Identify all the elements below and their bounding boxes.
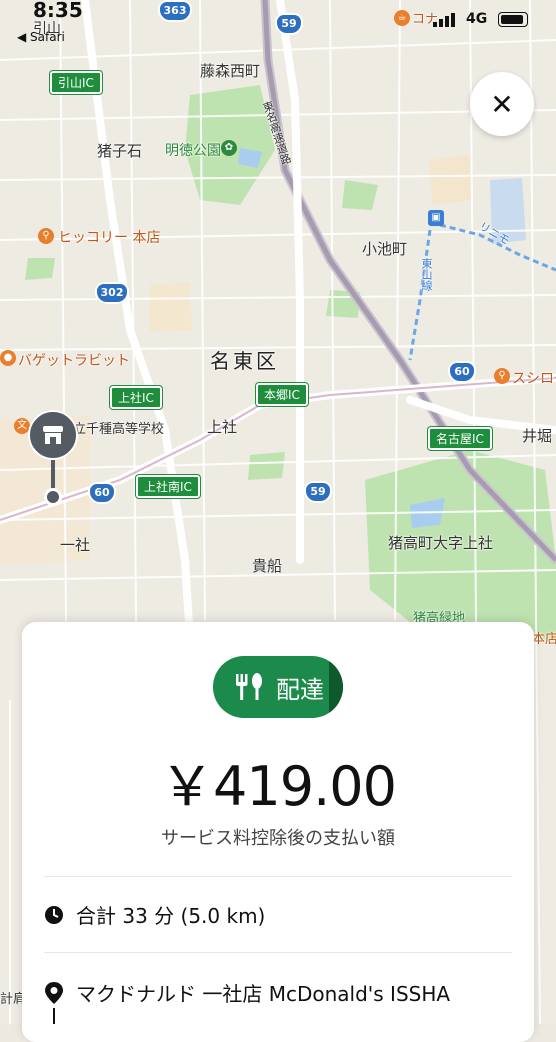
route-shield-60: 60 [448, 361, 476, 383]
earnings-caption: サービス料控除後の支払い額 [161, 828, 395, 849]
map-label-koikecho: 小池町 [362, 240, 408, 258]
bakery-icon: ● [0, 350, 16, 366]
route-connector-line [53, 1008, 55, 1024]
map-label-isshiki: 一社 [60, 536, 91, 554]
map-label-kamiyashiro: 上社 [207, 418, 238, 436]
pickup-restaurant-name: マクドナルド 一社店 McDonald's ISSHA [76, 982, 451, 1006]
battery-icon [498, 12, 528, 27]
map-ic-hongo: 本郷IC [256, 383, 308, 406]
map-label-meitoku-park: 明徳公園 [165, 143, 221, 159]
status-bar: 8:35 ◀ Safari 4G [0, 0, 556, 44]
trip-duration-text: 合計 33 分 (5.0 km) [76, 904, 266, 928]
delivery-mode-badge: 配達 [213, 656, 343, 718]
close-icon: ✕ [490, 87, 514, 121]
map-ic-kamiyashiro: 上社IC [110, 386, 162, 409]
divider [44, 952, 512, 953]
map-label-igori: 井堀 [522, 427, 553, 445]
map-label-kifune: 貴船 [252, 557, 283, 575]
map-label-honten: 本店 [532, 632, 556, 647]
map-label-igaka: 猪高町大字上社 [388, 534, 494, 552]
signal-icon [433, 13, 455, 27]
map-label-hickory: ヒッコリー 本店 [58, 230, 161, 246]
store-icon [43, 426, 63, 444]
delivery-mode-label: 配達 [276, 675, 324, 704]
pickup-row: マクドナルド 一社店 McDonald's ISSHA [44, 978, 450, 1007]
store-pin-stem [51, 460, 55, 490]
store-pin-icon[interactable] [28, 410, 78, 460]
map-label-inokoishi: 猪子石 [97, 142, 143, 160]
network-type: 4G [466, 11, 488, 27]
map-ic-kamiyashiro-minami: 上社南IC [136, 475, 200, 498]
divider [44, 876, 512, 877]
map-label-higashiyama: 東山線 [420, 258, 433, 291]
route-shield-302: 302 [95, 282, 129, 304]
route-shield-60: 60 [88, 482, 116, 504]
park-icon: ✿ [221, 140, 237, 156]
trip-offer-card[interactable]: 配達 ￥419.00 サービス料控除後の支払い額 合計 33 分 (5.0 km… [22, 622, 534, 1042]
trip-duration-row: 合計 33 分 (5.0 km) [44, 900, 265, 929]
clock-icon [45, 905, 63, 924]
route-shield-59: 59 [304, 481, 332, 503]
map-ic-hikiyama: 引山IC [50, 71, 102, 94]
location-pin-icon [45, 981, 63, 1004]
map-label-fujimori: 藤森西町 [200, 62, 261, 80]
restaurant-icon: ⚲ [38, 228, 54, 244]
map-ic-nagoya: 名古屋IC [428, 427, 492, 450]
status-time: 8:35 [33, 0, 83, 22]
map-label-meito-ku: 名東区 [210, 349, 279, 373]
map-label-baguette: バゲットラビット [18, 353, 130, 369]
badge-edge [329, 656, 343, 718]
earnings-amount: ￥419.00 [160, 755, 397, 818]
map-label-sushiro: スシロー [512, 371, 556, 387]
restaurant-icon: ⚲ [494, 368, 510, 384]
close-button[interactable]: ✕ [470, 72, 534, 136]
train-station-icon: ▣ [428, 210, 444, 226]
store-location-dot [44, 488, 62, 506]
fork-knife-icon [236, 673, 262, 700]
back-to-safari-link[interactable]: ◀ Safari [17, 30, 65, 44]
